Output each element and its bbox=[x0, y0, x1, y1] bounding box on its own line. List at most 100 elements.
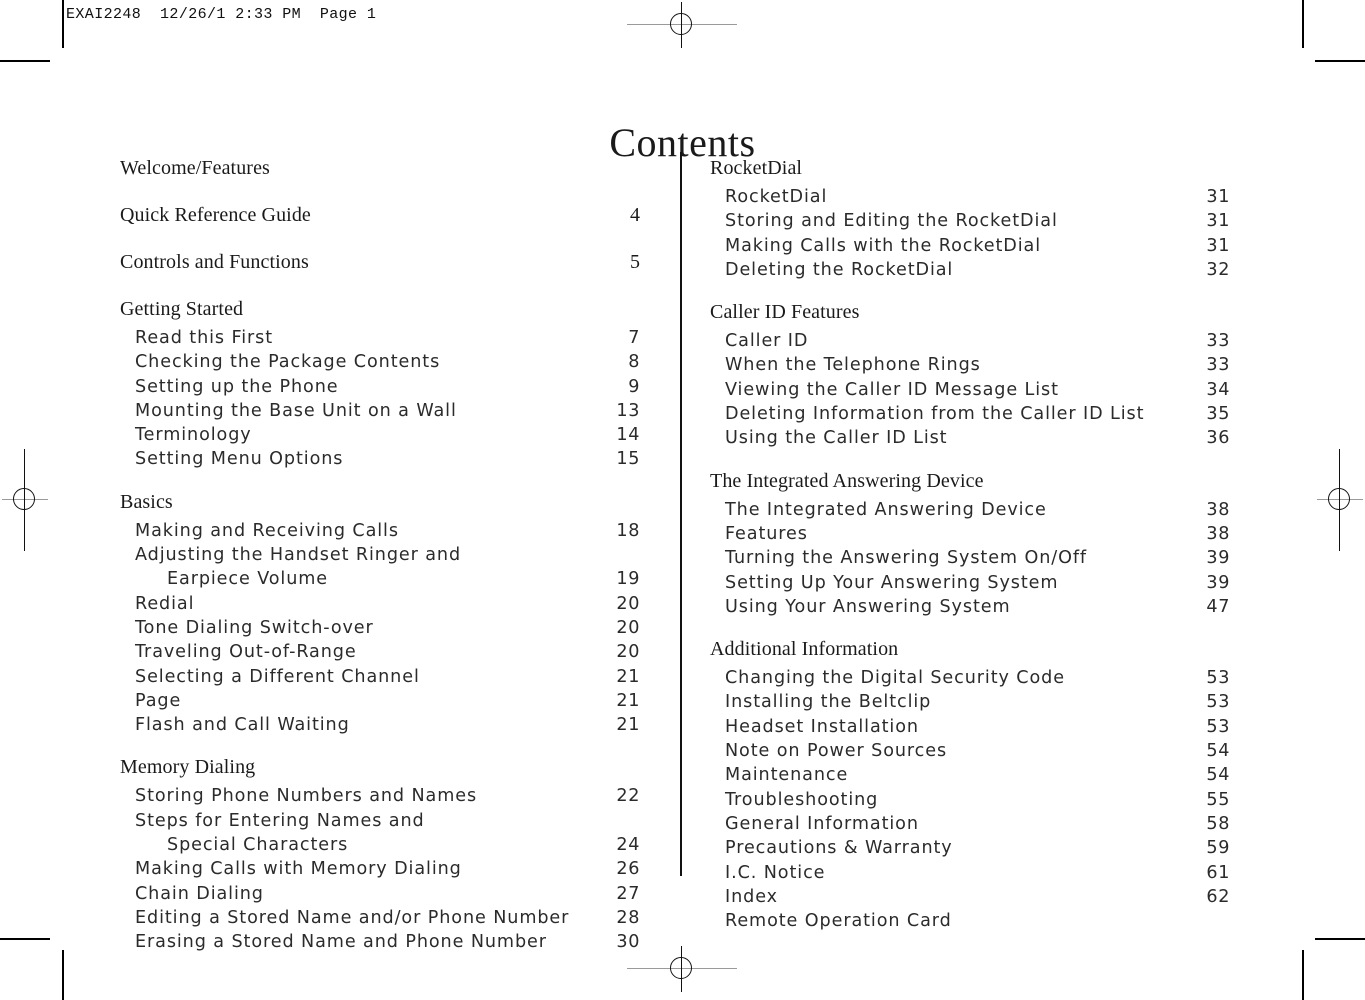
toc-entry-storing-phone-numbers-and-names[interactable]: Storing Phone Numbers and Names 22 bbox=[120, 784, 640, 808]
section-heading-welcome-features: Welcome/Features bbox=[120, 157, 270, 179]
toc-entry-making-calls-with-the-rocketdial[interactable]: Making Calls with the RocketDial 31 bbox=[710, 234, 1230, 258]
toc-entry-turning-the-answering-system-on-off[interactable]: Turning the Answering System On/Off 39 bbox=[710, 546, 1230, 570]
toc-entry-erasing-a-stored-name-and-phone-number[interactable]: Erasing a Stored Name and Phone Number 30 bbox=[120, 930, 640, 954]
toc-entry-page-number: 53 bbox=[1206, 716, 1230, 737]
toc-entry-page-number: 53 bbox=[1206, 692, 1230, 713]
toc-entry-earpiece-volume[interactable]: Earpiece Volume 19 bbox=[120, 567, 640, 591]
toc-entry-index[interactable]: Index 62 bbox=[710, 885, 1230, 909]
toc-entry-using-the-caller-id-list[interactable]: Using the Caller ID List 36 bbox=[710, 426, 1230, 450]
toc-entry-label: Deleting the RocketDial bbox=[725, 259, 954, 280]
toc-entry-headset-installation[interactable]: Headset Installation 53 bbox=[710, 715, 1230, 739]
toc-entry-label: Redial bbox=[135, 593, 195, 614]
toc-entry-label: Page bbox=[135, 690, 182, 711]
toc-entry-using-your-answering-system[interactable]: Using Your Answering System 47 bbox=[710, 595, 1230, 619]
toc-section-welcome-features: Welcome/Features bbox=[120, 152, 640, 185]
toc-entry-tone-dialing-switch-over[interactable]: Tone Dialing Switch-over 20 bbox=[120, 616, 640, 640]
toc-entry-terminology[interactable]: Terminology 14 bbox=[120, 423, 640, 447]
toc-entry-page-number: 59 bbox=[1206, 838, 1230, 859]
toc-entry-i-c-notice[interactable]: I.C. Notice 61 bbox=[710, 861, 1230, 885]
toc-entry-chain-dialing[interactable]: Chain Dialing 27 bbox=[120, 882, 640, 906]
toc-entry-deleting-information-from-the-caller-id-list[interactable]: Deleting Information from the Caller ID … bbox=[710, 402, 1230, 426]
toc-entry-storing-and-editing-the-rocketdial[interactable]: Storing and Editing the RocketDial 31 bbox=[710, 209, 1230, 233]
toc-entry-troubleshooting[interactable]: Troubleshooting 55 bbox=[710, 788, 1230, 812]
toc-section-row-controls-and-functions[interactable]: Controls and Functions 5 bbox=[120, 246, 640, 279]
toc-entry-precautions-warranty[interactable]: Precautions & Warranty 59 bbox=[710, 836, 1230, 860]
section-heading-caller-id-features: Caller ID Features bbox=[710, 301, 860, 324]
toc-entry-viewing-the-caller-id-message-list[interactable]: Viewing the Caller ID Message List 34 bbox=[710, 378, 1230, 402]
toc-entry-setting-menu-options[interactable]: Setting Menu Options 15 bbox=[120, 447, 640, 471]
toc-entry-making-calls-with-memory-dialing[interactable]: Making Calls with Memory Dialing 26 bbox=[120, 857, 640, 881]
toc-entry-page-number: 33 bbox=[1206, 355, 1230, 376]
toc-entry-label: Troubleshooting bbox=[725, 789, 879, 810]
toc-entry-page-number: 39 bbox=[1206, 572, 1230, 593]
toc-entry-editing-a-stored-name-and-or-phone-number[interactable]: Editing a Stored Name and/or Phone Numbe… bbox=[120, 906, 640, 930]
registration-mark-bottom bbox=[627, 946, 737, 992]
toc-entry-label: Turning the Answering System On/Off bbox=[725, 548, 1088, 569]
column-divider bbox=[680, 152, 683, 876]
section-heading-memory-dialing: Memory Dialing bbox=[120, 756, 256, 779]
toc-entry-read-this-first[interactable]: Read this First 7 bbox=[120, 326, 640, 350]
toc-entry-setting-up-the-phone[interactable]: Setting up the Phone 9 bbox=[120, 375, 640, 399]
toc-entry-page-number: 20 bbox=[616, 642, 640, 663]
toc-entry-making-and-receiving-calls[interactable]: Making and Receiving Calls 18 bbox=[120, 519, 640, 543]
toc-entry-page-number: 28 bbox=[616, 907, 640, 928]
toc-section-basics: Basics Making and Receiving Calls 18 Adjust… bbox=[120, 486, 640, 738]
toc-entry-page-number: 54 bbox=[1206, 741, 1230, 762]
section-heading-the-integrated-answering-device: The Integrated Answering Device bbox=[710, 469, 984, 492]
toc-entry-traveling-out-of-range[interactable]: Traveling Out-of-Range 20 bbox=[120, 640, 640, 664]
toc-entry-selecting-a-different-channel[interactable]: Selecting a Different Channel 21 bbox=[120, 665, 640, 689]
crop-mark-top-left-vertical bbox=[62, 0, 64, 48]
toc-entry-steps-for-entering-names-and[interactable]: Steps for Entering Names and bbox=[120, 809, 640, 833]
toc-entry-special-characters[interactable]: Special Characters 24 bbox=[120, 833, 640, 857]
crop-mark-top-right-vertical bbox=[1302, 0, 1304, 48]
toc-entry-label: Selecting a Different Channel bbox=[135, 666, 420, 687]
toc-entry-installing-the-beltclip[interactable]: Installing the Beltclip 53 bbox=[710, 690, 1230, 714]
toc-entry-when-the-telephone-rings[interactable]: When the Telephone Rings 33 bbox=[710, 353, 1230, 377]
toc-entry-adjusting-the-handset-ringer-and[interactable]: Adjusting the Handset Ringer and bbox=[120, 543, 640, 567]
toc-entry-label: Features bbox=[725, 523, 808, 544]
crop-mark-bottom-left-horizontal bbox=[0, 938, 50, 940]
toc-entry-label: Using Your Answering System bbox=[725, 596, 1011, 617]
toc-entry-the-integrated-answering-device[interactable]: The Integrated Answering Device 38 bbox=[710, 498, 1230, 522]
toc-entry-page-number: 18 bbox=[616, 520, 640, 541]
toc-entry-maintenance[interactable]: Maintenance 54 bbox=[710, 763, 1230, 787]
toc-section-getting-started: Getting Started Read this First 7 Checking … bbox=[120, 293, 640, 472]
toc-entry-page-number: 8 bbox=[628, 352, 640, 373]
toc-entry-page[interactable]: Page 21 bbox=[120, 689, 640, 713]
toc-section-the-integrated-answering-device: The Integrated Answering Device The Integ… bbox=[710, 465, 1230, 619]
toc-entry-page-number: 30 bbox=[616, 932, 640, 953]
toc-entry-label: Setting Up Your Answering System bbox=[725, 572, 1059, 593]
toc-entry-label: The Integrated Answering Device bbox=[725, 499, 1047, 520]
toc-entry-setting-up-your-answering-system[interactable]: Setting Up Your Answering System 39 bbox=[710, 571, 1230, 595]
toc-section-quick-reference-guide: Quick Reference Guide 4 bbox=[120, 199, 640, 232]
toc-entry-remote-operation-card[interactable]: Remote Operation Card bbox=[710, 909, 1230, 933]
toc-entry-page-number: 13 bbox=[616, 400, 640, 421]
toc-entry-checking-the-package-contents[interactable]: Checking the Package Contents 8 bbox=[120, 350, 640, 374]
toc-entry-page-number: 34 bbox=[1206, 379, 1230, 400]
toc-entry-page-number: 9 bbox=[628, 376, 640, 397]
toc-entry-page-number: 38 bbox=[1206, 523, 1230, 544]
toc-entry-deleting-the-rocketdial[interactable]: Deleting the RocketDial 32 bbox=[710, 258, 1230, 282]
toc-entry-label: Making Calls with the RocketDial bbox=[725, 235, 1041, 256]
toc-entry-mounting-the-base-unit-on-a-wall[interactable]: Mounting the Base Unit on a Wall 13 bbox=[120, 399, 640, 423]
toc-entry-label: Tone Dialing Switch-over bbox=[135, 617, 374, 638]
toc-entry-label: Flash and Call Waiting bbox=[135, 715, 350, 736]
toc-entry-features[interactable]: Features 38 bbox=[710, 522, 1230, 546]
toc-entry-page-number: 19 bbox=[616, 569, 640, 590]
toc-entry-page-number: 61 bbox=[1206, 862, 1230, 883]
toc-entry-rocketdial[interactable]: RocketDial 31 bbox=[710, 185, 1230, 209]
toc-entry-label: Viewing the Caller ID Message List bbox=[725, 379, 1059, 400]
toc-entry-note-on-power-sources[interactable]: Note on Power Sources 54 bbox=[710, 739, 1230, 763]
toc-entry-caller-id[interactable]: Caller ID 33 bbox=[710, 329, 1230, 353]
toc-section-row-quick-reference-guide[interactable]: Quick Reference Guide 4 bbox=[120, 199, 640, 232]
toc-entry-page-number: 27 bbox=[616, 883, 640, 904]
toc-entry-changing-the-digital-security-code[interactable]: Changing the Digital Security Code 53 bbox=[710, 666, 1230, 690]
toc-entry-flash-and-call-waiting[interactable]: Flash and Call Waiting 21 bbox=[120, 713, 640, 737]
toc-entry-redial[interactable]: Redial 20 bbox=[120, 592, 640, 616]
toc-entry-general-information[interactable]: General Information 58 bbox=[710, 812, 1230, 836]
